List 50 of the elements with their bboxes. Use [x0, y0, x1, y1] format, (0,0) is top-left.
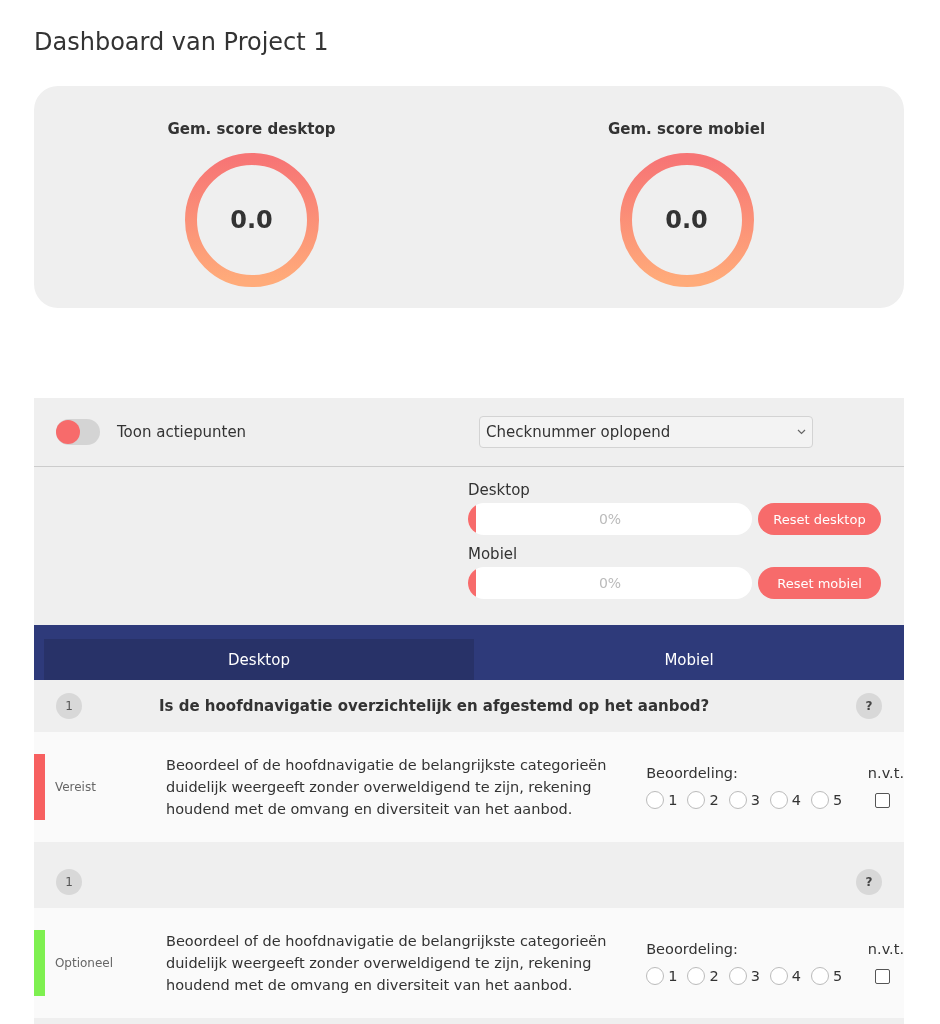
rating-option-label: 2: [709, 792, 719, 808]
help-button[interactable]: ?: [856, 869, 882, 895]
rating-option-label: 3: [750, 792, 760, 808]
chevron-down-icon: [797, 429, 806, 435]
progress-reading: 0%: [598, 575, 622, 591]
na-label: n.v.t.: [867, 765, 904, 781]
tab[interactable]: Desktop: [44, 639, 474, 680]
check-number: 1: [56, 693, 82, 719]
rating-radio[interactable]: [687, 791, 706, 809]
rating-option-label: 5: [833, 968, 843, 984]
na-checkbox[interactable]: [875, 792, 890, 808]
score-label: Gem. score desktop: [167, 120, 336, 138]
score-label: Gem. score mobiel: [607, 120, 766, 138]
rating-radio[interactable]: [728, 967, 747, 985]
na-label: n.v.t.: [867, 941, 904, 957]
check-description: Beoordeel of de hoofdnavigatie de belangrijkste categorieën duidelijk weergeeft zonder overweldigend te zijn, rekening houdend met de omvang en diversiteit van het aanbod.: [165, 756, 608, 819]
rating-radio[interactable]: [811, 967, 830, 985]
rating-option-label: 1: [668, 792, 678, 808]
rating-radio[interactable]: [769, 791, 788, 809]
check-question: Is de hoofdnavigatie overzichtelijk en afgestemd op het aanbod?: [159, 697, 711, 715]
rating-radio[interactable]: [769, 967, 788, 985]
toggle-switch[interactable]: [56, 419, 100, 445]
rating-radio[interactable]: [687, 967, 706, 985]
rating-option-label: 2: [709, 968, 719, 984]
page-title: Dashboard van Project 1: [34, 28, 330, 56]
progress-label: Desktop: [468, 481, 531, 499]
score-value: 0.0: [230, 206, 273, 234]
rating-label: Beoordeling:: [646, 765, 738, 781]
rating-option-label: 3: [750, 968, 760, 984]
rating-radio[interactable]: [646, 967, 665, 985]
check-description: Beoordeel of de hoofdnavigatie de belangrijkste categorieën duidelijk weergeeft zonder overweldigend te zijn, rekening houdend met de omvang en diversiteit van het aanbod.: [165, 932, 608, 995]
rating-radio[interactable]: [811, 791, 830, 809]
rating-option-label: 4: [791, 792, 802, 808]
rating-radio[interactable]: [646, 791, 665, 809]
progress-label: Mobiel: [468, 545, 519, 563]
rating-option-label: 1: [668, 968, 678, 984]
rating-option-label: 5: [833, 792, 843, 808]
rating-label: Beoordeling:: [646, 941, 738, 957]
sort-select[interactable]: Checknummer oplopend: [479, 416, 813, 448]
requirement-label: Optioneel: [53, 956, 115, 970]
check-number: 1: [56, 869, 82, 895]
progress-reading: 0%: [598, 511, 622, 527]
na-checkbox[interactable]: [875, 968, 890, 984]
requirement-label: Vereist: [53, 780, 97, 794]
help-button[interactable]: ?: [856, 693, 882, 719]
toggle-label: Toon actiepunten: [117, 423, 248, 441]
rating-option-label: 4: [791, 968, 802, 984]
score-value: 0.0: [665, 206, 708, 234]
tab[interactable]: Mobiel: [474, 639, 904, 680]
rating-radio[interactable]: [728, 791, 747, 809]
